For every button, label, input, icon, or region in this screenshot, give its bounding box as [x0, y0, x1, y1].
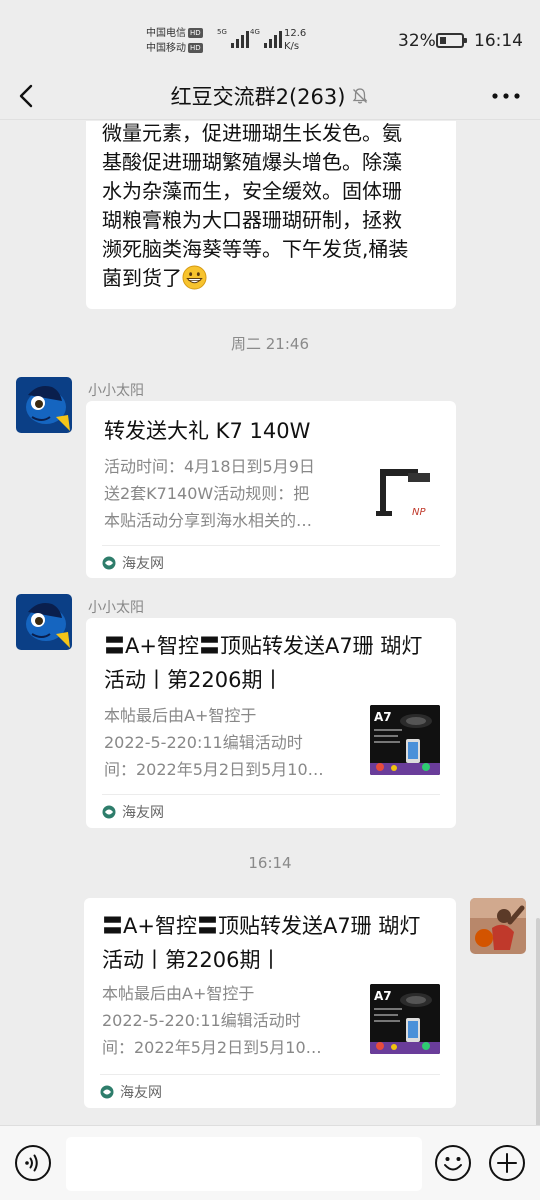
avatar[interactable]	[16, 377, 72, 433]
source-logo-icon	[102, 556, 116, 570]
timestamp-divider: 周二 21:46	[231, 335, 309, 353]
card-source: 海友网	[102, 553, 164, 573]
speed-value: 12.6	[284, 28, 307, 39]
hd-badge-2: HD	[188, 43, 203, 53]
avatar[interactable]	[16, 594, 72, 650]
message-text-line: 瑚粮膏粮为大口器珊瑚研制，拯救	[102, 208, 402, 232]
network-type-2: 4G	[250, 28, 260, 36]
source-logo-icon	[100, 1085, 114, 1099]
grinning-emoji-icon	[182, 265, 207, 290]
card-description-line: 送2套K7140W活动规则：把	[104, 484, 310, 503]
link-card-message[interactable]: 〓A+智控〓顶贴转发送A7珊 瑚灯 活动丨第2206期丨 本帖最后由A+智控于 …	[84, 898, 456, 1108]
card-source-name: 海友网	[122, 805, 164, 821]
card-divider	[102, 545, 440, 546]
card-description-line: 2022-5-220:11编辑活动时	[104, 733, 303, 752]
card-thumbnail: A7	[370, 984, 440, 1054]
card-description-line: 间：2022年5月2日到5月10…	[104, 760, 324, 779]
network-type-1: 5G	[217, 28, 227, 36]
status-bar: 中国电信 HD 中国移动 HD 5G 4G 12.6 K/s 32% 16:14	[0, 0, 540, 72]
more-options-icon[interactable]	[490, 84, 522, 108]
card-source-name: 海友网	[122, 556, 164, 572]
card-description-line: 本帖最后由A+智控于	[104, 706, 257, 725]
timestamp-divider: 16:14	[248, 854, 292, 872]
card-source: 海友网	[102, 802, 164, 822]
message-text-line: 濒死脑类海葵等等。下午发货,桶装	[102, 237, 409, 261]
link-card-message[interactable]: 〓A+智控〓顶贴转发送A7珊 瑚灯 活动丨第2206期丨 本帖最后由A+智控于 …	[86, 618, 456, 828]
lamp-product-image: NP	[376, 469, 430, 518]
plus-icon[interactable]	[488, 1144, 526, 1182]
card-source: 海友网	[100, 1082, 162, 1102]
message-text-line: 微量元素，促进珊瑚生长发色。氨	[102, 121, 402, 145]
thumbnail-brand-text: NP	[412, 507, 426, 518]
chat-header: 红豆交流群2(263)	[0, 72, 540, 120]
message-text-line: 基酸促进珊瑚繁殖爆头增色。除藻	[102, 150, 402, 174]
battery-percent: 32%	[398, 31, 436, 51]
message-text-line: 菌到货了	[102, 266, 182, 290]
signal-icon-2: 4G	[250, 28, 282, 48]
sender-name: 小小太阳	[88, 600, 144, 616]
source-logo-icon	[102, 805, 116, 819]
chat-title-text: 红豆交流群2(263)	[170, 85, 346, 109]
card-thumbnail: NP	[372, 459, 442, 529]
status-time: 16:14	[474, 31, 523, 51]
voice-input-icon[interactable]	[14, 1144, 52, 1182]
speed-unit: K/s	[284, 41, 300, 52]
message-text-line: 水为杂藻而生，安全缓效。固体珊	[102, 179, 402, 203]
card-title-line: 活动丨第2206期丨	[102, 948, 282, 972]
carrier-info: 中国电信 HD 中国移动 HD	[146, 26, 203, 56]
card-title-line: 〓A+智控〓顶贴转发送A7珊 瑚灯	[102, 914, 421, 938]
card-description-line: 本贴活动分享到海水相关的…	[104, 511, 313, 530]
player-avatar-icon	[470, 898, 526, 954]
thumbnail-model-text: A7	[374, 710, 392, 724]
battery-icon	[436, 33, 467, 48]
card-description-line: 本帖最后由A+智控于	[102, 984, 255, 1003]
message-list[interactable]: 微量元素，促进珊瑚生长发色。氨 基酸促进珊瑚繁殖爆头增色。除藻 水为杂藻而生，安…	[0, 121, 540, 1125]
mute-bell-icon	[353, 88, 368, 104]
sender-name: 小小太阳	[88, 383, 144, 399]
signal-icon-1: 5G	[217, 28, 249, 48]
message-input[interactable]	[66, 1137, 422, 1191]
card-title-line: 活动丨第2206期丨	[104, 668, 284, 692]
fish-avatar-icon	[16, 377, 72, 433]
my-avatar[interactable]	[470, 898, 526, 954]
card-description-line: 2022-5-220:11编辑活动时	[102, 1011, 301, 1030]
card-thumbnail: A7	[370, 705, 440, 775]
text-message-bubble[interactable]: 微量元素，促进珊瑚生长发色。氨 基酸促进珊瑚繁殖爆头增色。除藻 水为杂藻而生，安…	[86, 121, 456, 309]
chat-scrollbar[interactable]	[536, 918, 540, 1128]
fish-avatar-icon	[16, 594, 72, 650]
a7-product-image: A7	[370, 984, 440, 1054]
input-bar	[0, 1125, 540, 1200]
card-title-line: 〓A+智控〓顶贴转发送A7珊 瑚灯	[104, 634, 423, 658]
a7-product-image: A7	[370, 705, 440, 775]
carrier-1: 中国电信	[146, 28, 186, 39]
carrier-2: 中国移动	[146, 43, 186, 54]
card-source-name: 海友网	[120, 1085, 162, 1101]
link-card-message[interactable]: 转发送大礼 K7 140W 活动时间：4月18日到5月9日 送2套K7140W活…	[86, 401, 456, 578]
card-divider	[102, 794, 440, 795]
hd-badge-1: HD	[188, 28, 203, 38]
chat-title: 红豆交流群2(263)	[0, 81, 540, 111]
card-description-line: 活动时间：4月18日到5月9日	[104, 457, 315, 476]
card-title: 转发送大礼 K7 140W	[104, 419, 311, 443]
card-divider	[100, 1074, 440, 1075]
network-speed: 12.6 K/s	[284, 27, 306, 53]
card-description-line: 间：2022年5月2日到5月10…	[102, 1038, 322, 1057]
emoji-icon[interactable]	[434, 1144, 472, 1182]
thumbnail-model-text: A7	[374, 989, 392, 1003]
